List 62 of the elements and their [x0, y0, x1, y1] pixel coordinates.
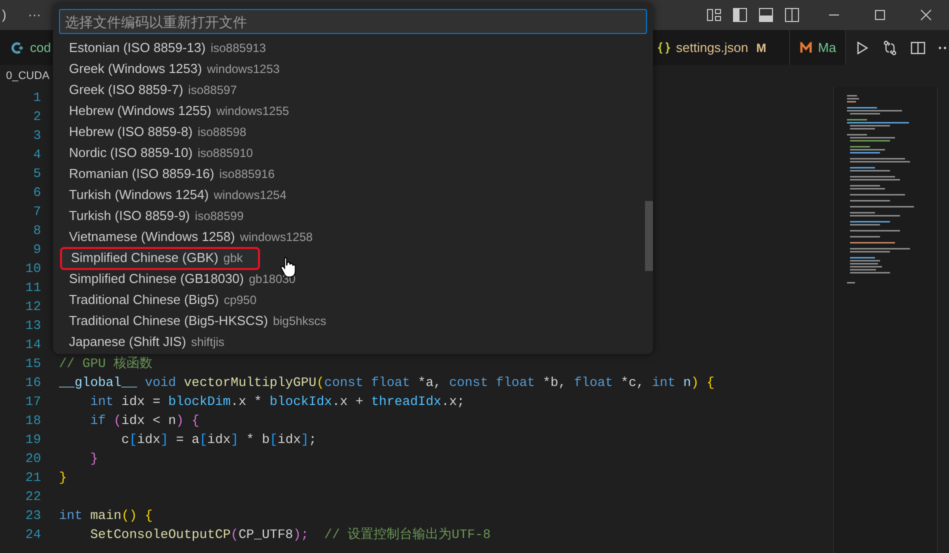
line-number: 7 — [32, 202, 41, 221]
code-line: SetConsoleOutputCP(CP_UTF8); // 设置控制台输出为UTF-8 — [89, 526, 491, 544]
line-number: 1 — [32, 88, 41, 107]
breadcrumb-item[interactable]: 0_CUDA — [6, 68, 50, 84]
line-number: 20 — [24, 450, 41, 468]
line-number: 21 — [24, 468, 41, 487]
panel-toggle-icon[interactable] — [758, 7, 774, 23]
line-number: 10 — [24, 260, 41, 278]
braces-icon — [658, 42, 670, 54]
line-number: 23 — [24, 506, 41, 525]
line-number: 5 — [32, 164, 41, 183]
line-number: 16 — [24, 374, 41, 392]
line-number: 9 — [32, 240, 41, 259]
close-icon[interactable] — [920, 9, 932, 21]
m-letter-icon — [800, 42, 812, 54]
code-line: // GPU 核函数 — [59, 354, 153, 373]
split-editor-icon[interactable] — [910, 40, 926, 56]
line-number: 17 — [24, 392, 41, 411]
line-number: 24 — [24, 526, 41, 544]
sidebar-toggle-icon[interactable] — [732, 7, 748, 23]
encoding-option[interactable]: Simplified Chinese (GBK) gbk — [61, 248, 259, 268]
encoding-option[interactable]: Vietnamese (Windows 1258) windows1258 — [59, 226, 647, 248]
scrollbar-thumb[interactable] — [645, 200, 653, 270]
menu-label[interactable]: ) — [0, 5, 22, 25]
code-line: c[idx] = a[idx] * b[idx]; — [120, 430, 317, 449]
code-line: } — [59, 468, 67, 487]
line-number: 22 — [24, 488, 41, 506]
encoding-option[interactable]: Nordic (ISO 8859-10) iso885910 — [59, 142, 647, 164]
line-number: 18 — [24, 412, 41, 430]
search-field[interactable]: 选择文件编码以重新打开文件 — [59, 9, 647, 34]
encoding-option[interactable]: Hebrew (Windows 1255) windows1255 — [59, 100, 647, 122]
code-line: int main() { — [59, 506, 153, 525]
encoding-option[interactable]: Turkish (ISO 8859-9) iso88599 — [59, 206, 647, 226]
code-line: __global__ void vectorMultiplyGPU(const float *a, const float *b, float *c, int n) { — [59, 374, 714, 392]
more-actions-icon[interactable] — [938, 46, 949, 50]
line-number: 8 — [32, 222, 41, 240]
code-line: } — [89, 450, 98, 468]
maximize-icon[interactable] — [874, 9, 886, 21]
line-number: 14 — [24, 336, 41, 354]
line-number: 6 — [32, 184, 41, 202]
line-number: 11 — [24, 278, 41, 297]
encoding-option[interactable]: Traditional Chinese (Big5-HKSCS) big5hkscs — [59, 310, 647, 332]
encoding-option[interactable]: Turkish (Windows 1254) windows1254 — [59, 184, 647, 206]
compare-changes-icon[interactable] — [882, 40, 898, 56]
more-menu-button[interactable]: ··· — [28, 5, 41, 25]
encoding-option[interactable]: Hebrew (ISO 8859-8) iso88598 — [59, 122, 647, 142]
c-plus-icon — [10, 40, 24, 54]
line-number: 4 — [32, 146, 41, 164]
encoding-option[interactable]: Romanian (ISO 8859-16) iso885916 — [59, 164, 647, 184]
encoding-option[interactable]: Greek (ISO 8859-7) iso88597 — [59, 80, 647, 100]
code-line: if (idx < n) { — [89, 412, 200, 430]
line-number: 12 — [24, 298, 41, 316]
encoding-option[interactable]: Traditional Chinese (Big5) cp950 — [59, 290, 647, 310]
code-line: int idx = blockDim.x * blockIdx.x + threadIdx.x; — [89, 392, 465, 411]
line-number: 15 — [24, 354, 41, 373]
line-number: 2 — [32, 108, 41, 126]
line-number: 13 — [24, 316, 41, 335]
line-number: 19 — [24, 430, 41, 449]
layout-icon[interactable] — [706, 7, 722, 23]
line-number: 3 — [32, 126, 41, 145]
split-layout-icon[interactable] — [784, 7, 800, 23]
encoding-option[interactable]: Japanese (Shift JIS) shiftjis — [59, 332, 647, 352]
